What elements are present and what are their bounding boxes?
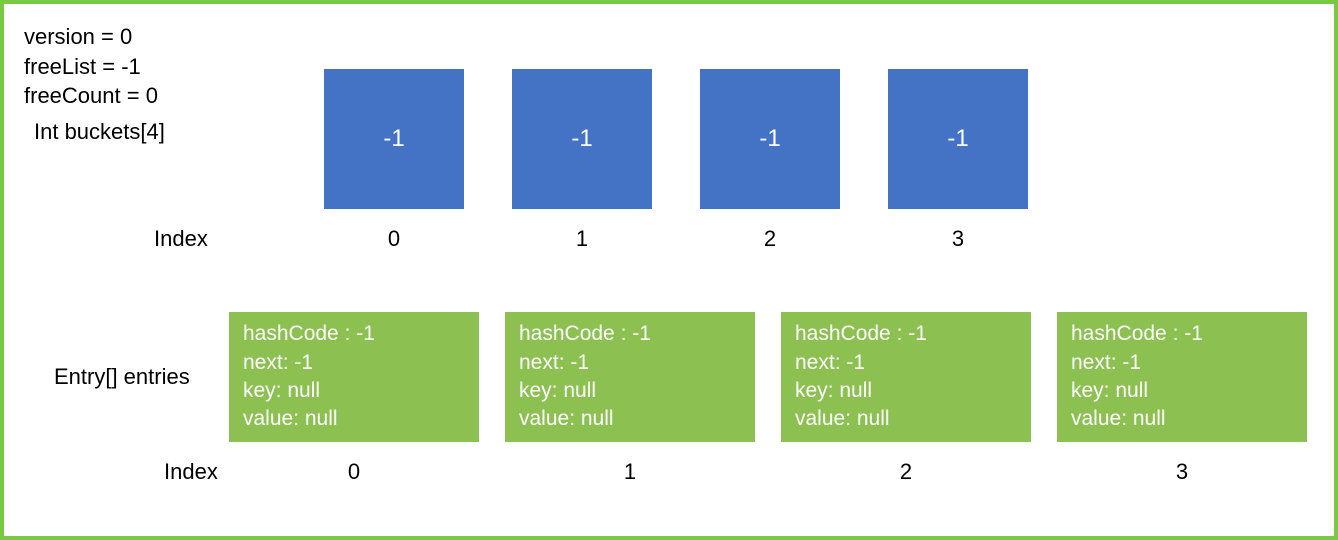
entry-hashcode: hashCode : -1 xyxy=(519,320,741,348)
entry-next: next: -1 xyxy=(1071,349,1293,377)
entry-next: next: -1 xyxy=(795,349,1017,377)
entry-value: value: null xyxy=(519,405,741,433)
bucket-cell: -1 xyxy=(512,69,652,209)
entries-indices: 0 1 2 3 xyxy=(229,459,1307,485)
buckets-row: -1 -1 -1 -1 xyxy=(324,69,1028,209)
entry-next: next: -1 xyxy=(519,349,741,377)
bucket-index: 1 xyxy=(512,226,652,252)
entry-index: 2 xyxy=(781,459,1031,485)
entry-key: key: null xyxy=(243,377,465,405)
bucket-index: 2 xyxy=(700,226,840,252)
entries-row: hashCode : -1 next: -1 key: null value: … xyxy=(229,312,1307,442)
buckets-index-label: Index xyxy=(154,226,208,252)
entry-cell: hashCode : -1 next: -1 key: null value: … xyxy=(229,312,479,442)
bucket-index: 0 xyxy=(324,226,464,252)
bucket-cell: -1 xyxy=(888,69,1028,209)
entries-index-label: Index xyxy=(164,459,218,485)
entry-hashcode: hashCode : -1 xyxy=(1071,320,1293,348)
buckets-indices: 0 1 2 3 xyxy=(324,226,1028,252)
entry-cell: hashCode : -1 next: -1 key: null value: … xyxy=(781,312,1031,442)
entry-cell: hashCode : -1 next: -1 key: null value: … xyxy=(505,312,755,442)
buckets-label: Int buckets[4] xyxy=(34,119,165,145)
bucket-cell: -1 xyxy=(324,69,464,209)
entry-key: key: null xyxy=(519,377,741,405)
var-version: version = 0 xyxy=(24,22,1314,52)
entry-key: key: null xyxy=(1071,377,1293,405)
entry-hashcode: hashCode : -1 xyxy=(243,320,465,348)
diagram-frame: version = 0 freeList = -1 freeCount = 0 … xyxy=(0,0,1338,540)
entry-index: 3 xyxy=(1057,459,1307,485)
entry-value: value: null xyxy=(243,405,465,433)
bucket-index: 3 xyxy=(888,226,1028,252)
entry-key: key: null xyxy=(795,377,1017,405)
bucket-cell: -1 xyxy=(700,69,840,209)
entry-value: value: null xyxy=(1071,405,1293,433)
entry-index: 1 xyxy=(505,459,755,485)
entry-hashcode: hashCode : -1 xyxy=(795,320,1017,348)
entry-cell: hashCode : -1 next: -1 key: null value: … xyxy=(1057,312,1307,442)
entry-next: next: -1 xyxy=(243,349,465,377)
entries-label: Entry[] entries xyxy=(54,364,190,390)
entry-index: 0 xyxy=(229,459,479,485)
entry-value: value: null xyxy=(795,405,1017,433)
